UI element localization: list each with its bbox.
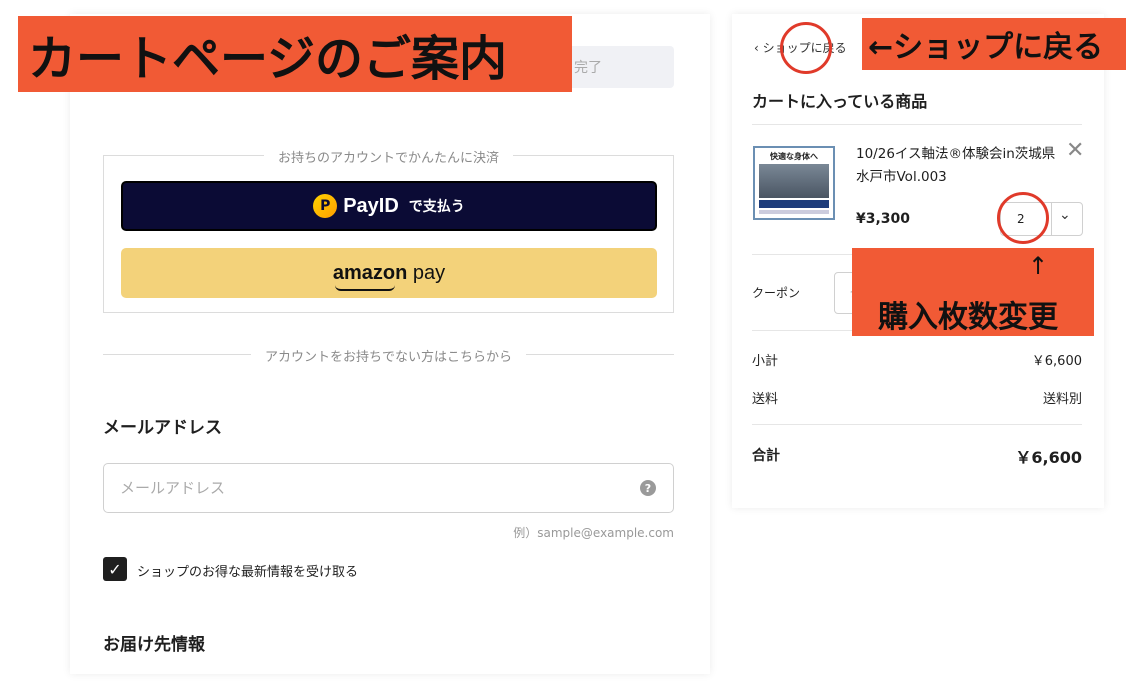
product-image-photo	[759, 164, 829, 198]
product-image: 快適な身体へ	[753, 146, 835, 220]
payid-brand: PayID	[343, 194, 399, 217]
product-image-caption: 快適な身体へ	[770, 152, 818, 161]
delivery-heading: お届け先情報	[103, 635, 205, 655]
newsletter-label: ショップのお得な最新情報を受け取る	[137, 565, 359, 580]
email-example: 例）sample@example.com	[513, 526, 674, 540]
cart-title: カートに入っている商品	[752, 92, 928, 111]
email-label: メールアドレス	[103, 418, 222, 438]
annotation-back-to-shop: ←ショップに戻る	[862, 18, 1126, 70]
product-image-banner	[759, 200, 829, 208]
total-value: ￥6,600	[1015, 448, 1082, 467]
payid-label: で支払う	[408, 199, 465, 215]
help-icon[interactable]: ?	[640, 480, 656, 496]
divider-line	[752, 124, 1082, 125]
product-image-subtext	[759, 210, 829, 214]
amazon-smile-icon	[334, 285, 395, 291]
subtotal-value: ￥6,600	[1031, 354, 1082, 369]
shipping-value: 送料別	[1042, 392, 1082, 407]
payid-logo-icon: P	[313, 194, 338, 218]
annotation-quantity: ↑ 購入枚数変更	[852, 248, 1094, 336]
remove-item-close-icon[interactable]: ✕	[1066, 138, 1084, 163]
chevron-left-icon: ‹	[754, 41, 759, 55]
quantity-separator	[1051, 203, 1052, 235]
highlight-circle-quantity	[997, 192, 1049, 244]
divider-line	[752, 424, 1082, 425]
annotation-quantity-text: 購入枚数変更	[878, 300, 1058, 335]
product-price: ¥3,300	[856, 211, 911, 227]
step-complete: 完了	[574, 60, 602, 76]
total-label: 合計	[752, 448, 780, 464]
account-payment-box: お持ちのアカウントでかんたんに決済 P PayID で支払う amazon pa…	[103, 151, 674, 313]
annotation-title: カートページのご案内	[18, 16, 572, 92]
subtotal-label: 小計	[752, 354, 779, 369]
email-input[interactable]	[103, 463, 674, 513]
newsletter-checkbox[interactable]: ✓	[103, 557, 127, 581]
amazon-pay-logo: amazon pay	[333, 262, 445, 291]
amazon-pay-button[interactable]: amazon pay	[121, 248, 657, 298]
shipping-label: 送料	[752, 392, 779, 407]
account-legend: お持ちのアカウントでかんたんに決済	[104, 147, 673, 166]
guest-divider-text: アカウントをお持ちでない方はこちらから	[103, 346, 674, 365]
up-arrow-icon: ↑	[1028, 252, 1049, 280]
payid-button[interactable]: P PayID で支払う	[121, 181, 657, 231]
chevron-down-icon: ⌄	[1059, 207, 1071, 223]
checkout-form-card: 入力 完了 お持ちのアカウントでかんたんに決済 P PayID で支払う ama…	[70, 14, 710, 674]
product-name: 10/26イス軸法®体験会in茨城県水戸市Vol.003	[856, 146, 1056, 185]
highlight-circle-back	[780, 22, 832, 74]
coupon-label: クーポン	[752, 286, 801, 300]
